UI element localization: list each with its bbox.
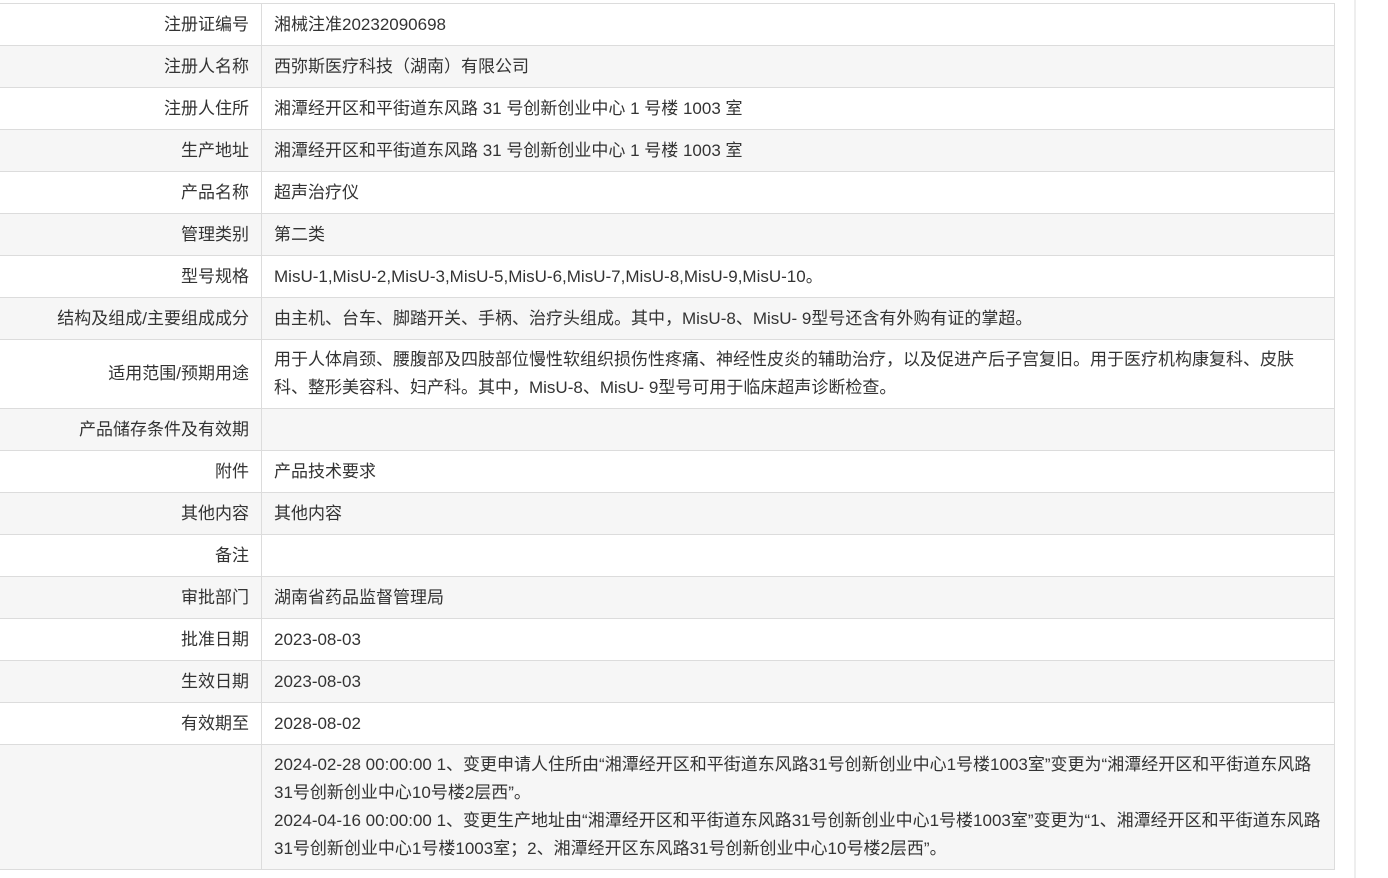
row-value: 2023-08-03 xyxy=(261,660,1335,703)
row-label: 管理类别 xyxy=(0,213,262,256)
table-row-registrant-address: 注册人住所 湘潭经开区和平街道东风路 31 号创新创业中心 1 号楼 1003 … xyxy=(0,87,1335,130)
row-label: 产品名称 xyxy=(0,171,262,214)
row-label: 适用范围/预期用途 xyxy=(0,339,262,409)
table-row-effective-date: 生效日期 2023-08-03 xyxy=(0,660,1335,703)
table-row-valid-until: 有效期至 2028-08-02 xyxy=(0,702,1335,745)
table-row-storage-conditions: 产品储存条件及有效期 xyxy=(0,408,1335,451)
row-value: 湘械注准20232090698 xyxy=(261,3,1335,46)
row-label: 其他内容 xyxy=(0,492,262,535)
row-label: 产品储存条件及有效期 xyxy=(0,408,262,451)
row-value: 第二类 xyxy=(261,213,1335,256)
row-label: 生产地址 xyxy=(0,129,262,172)
row-value: 湘潭经开区和平街道东风路 31 号创新创业中心 1 号楼 1003 室 xyxy=(261,129,1335,172)
table-row-intended-use: 适用范围/预期用途 用于人体肩颈、腰腹部及四肢部位慢性软组织损伤性疼痛、神经性皮… xyxy=(0,339,1335,409)
row-label: 生效日期 xyxy=(0,660,262,703)
row-label: 备注 xyxy=(0,534,262,577)
row-value: 由主机、台车、脚踏开关、手柄、治疗头组成。其中，MisU-8、MisU- 9型号… xyxy=(261,297,1335,340)
table-row-attachment: 附件 产品技术要求 xyxy=(0,450,1335,493)
change-history-list: 2024-02-28 00:00:00 1、变更申请人住所由“湘潭经开区和平街道… xyxy=(261,744,1335,870)
row-label: 注册人住所 xyxy=(0,87,262,130)
row-label: 注册证编号 xyxy=(0,3,262,46)
row-value: 湘潭经开区和平街道东风路 31 号创新创业中心 1 号楼 1003 室 xyxy=(261,87,1335,130)
table-row-approval-department: 审批部门 湖南省药品监督管理局 xyxy=(0,576,1335,619)
row-value: 湖南省药品监督管理局 xyxy=(261,576,1335,619)
row-label: 注册人名称 xyxy=(0,45,262,88)
registration-detail-table: 注册证编号 湘械注准20232090698 注册人名称 西弥斯医疗科技（湖南）有… xyxy=(0,3,1335,870)
side-panel xyxy=(1356,0,1388,878)
table-row-model-spec: 型号规格 MisU-1,MisU-2,MisU-3,MisU-5,MisU-6,… xyxy=(0,255,1335,298)
row-value: MisU-1,MisU-2,MisU-3,MisU-5,MisU-6,MisU-… xyxy=(261,255,1335,298)
page: 注册证编号 湘械注准20232090698 注册人名称 西弥斯医疗科技（湖南）有… xyxy=(0,0,1388,878)
row-value: 用于人体肩颈、腰腹部及四肢部位慢性软组织损伤性疼痛、神经性皮炎的辅助治疗，以及促… xyxy=(261,339,1335,409)
row-value: 西弥斯医疗科技（湖南）有限公司 xyxy=(261,45,1335,88)
table-row-product-name: 产品名称 超声治疗仪 xyxy=(0,171,1335,214)
row-label: 结构及组成/主要组成成分 xyxy=(0,297,262,340)
row-label: 批准日期 xyxy=(0,618,262,661)
table-row-other-content: 其他内容 其他内容 xyxy=(0,492,1335,535)
row-value xyxy=(261,408,1335,451)
row-label xyxy=(0,744,262,870)
table-row-registrant-name: 注册人名称 西弥斯医疗科技（湖南）有限公司 xyxy=(0,45,1335,88)
row-label: 审批部门 xyxy=(0,576,262,619)
change-entry: 2024-04-16 00:00:00 1、变更生产地址由“湘潭经开区和平街道东… xyxy=(274,811,1321,858)
change-entry: 2024-02-28 00:00:00 1、变更申请人住所由“湘潭经开区和平街道… xyxy=(274,755,1312,802)
row-value: 其他内容 xyxy=(261,492,1335,535)
row-label: 型号规格 xyxy=(0,255,262,298)
table-row-approval-date: 批准日期 2023-08-03 xyxy=(0,618,1335,661)
table-row-registration-number: 注册证编号 湘械注准20232090698 xyxy=(0,3,1335,46)
row-value xyxy=(261,534,1335,577)
table-row-management-category: 管理类别 第二类 xyxy=(0,213,1335,256)
row-value: 2023-08-03 xyxy=(261,618,1335,661)
row-label: 有效期至 xyxy=(0,702,262,745)
table-row-remarks: 备注 xyxy=(0,534,1335,577)
row-value: 2028-08-02 xyxy=(261,702,1335,745)
table-row-change-history: 2024-02-28 00:00:00 1、变更申请人住所由“湘潭经开区和平街道… xyxy=(0,744,1335,870)
row-value: 产品技术要求 xyxy=(261,450,1335,493)
table-row-production-address: 生产地址 湘潭经开区和平街道东风路 31 号创新创业中心 1 号楼 1003 室 xyxy=(0,129,1335,172)
table-row-structure-composition: 结构及组成/主要组成成分 由主机、台车、脚踏开关、手柄、治疗头组成。其中，Mis… xyxy=(0,297,1335,340)
row-label: 附件 xyxy=(0,450,262,493)
row-value: 超声治疗仪 xyxy=(261,171,1335,214)
